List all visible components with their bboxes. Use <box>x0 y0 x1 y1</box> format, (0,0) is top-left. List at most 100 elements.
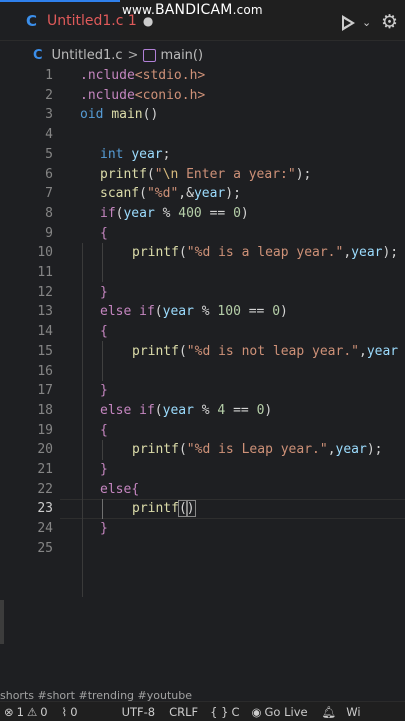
code-text: printf() <box>132 500 196 518</box>
line-number: 4 <box>45 127 53 143</box>
bell-icon[interactable]: 🔔︎ <box>322 705 337 719</box>
breadcrumb-file[interactable]: Untitled1.c <box>52 48 123 63</box>
code-line: 8 if(year % 400 == 0) <box>0 204 405 224</box>
code-text: else{ <box>100 481 140 497</box>
code-text: printf("%d is Leap year.",year); <box>132 442 383 458</box>
c-language-icon: C <box>26 12 38 30</box>
line-number: 16 <box>37 363 53 379</box>
c-file-icon: C <box>33 47 43 63</box>
line-number: 22 <box>37 481 53 497</box>
scroll-strip <box>0 600 4 644</box>
gear-icon[interactable]: ⚙ <box>381 11 398 33</box>
breadcrumb-symbol[interactable]: main() <box>160 48 203 63</box>
line-number: 8 <box>45 205 53 221</box>
ports-indicator[interactable]: ⌇ 0 <box>62 705 78 719</box>
code-text: else if(year % 4 == 0) <box>100 402 273 418</box>
line-number: 24 <box>37 521 53 537</box>
code-line: 19 { <box>0 421 405 441</box>
code-text: .nclude<stdio.h> <box>80 68 206 83</box>
cube-icon <box>143 48 157 62</box>
go-live-button[interactable]: ◉ Go Live <box>251 705 307 719</box>
line-number: 20 <box>37 442 53 458</box>
run-icon-inner <box>344 19 351 27</box>
line-number: 2 <box>45 87 53 103</box>
line-number: 18 <box>37 402 53 418</box>
braces-icon: { } <box>210 704 229 719</box>
code-line: 16 <box>0 362 405 382</box>
breadcrumb: C Untitled1.c > main() <box>0 44 405 66</box>
code-line: 21 } <box>0 460 405 480</box>
line-number: 1 <box>45 68 53 83</box>
broadcast-icon: ⌇ <box>61 704 68 719</box>
code-line: 9 { <box>0 224 405 244</box>
line-number: 13 <box>37 304 53 320</box>
status-bar: ⊗ 1 ⚠ 0 ⌇ 0 UTF-8 CRLF { } C ◉ Go Live 🔔︎ W… <box>0 701 405 721</box>
line-number: 5 <box>45 146 53 162</box>
code-line: 5 int year; <box>0 145 405 165</box>
eol-selector[interactable]: CRLF <box>169 705 198 719</box>
code-line: 22 else{ <box>0 480 405 500</box>
code-text: int year; <box>100 146 171 162</box>
platform-label: Wi <box>346 704 361 719</box>
code-text: if(year % 400 == 0) <box>100 205 249 221</box>
line-number: 10 <box>37 245 53 261</box>
code-line: 18 else if(year % 4 == 0) <box>0 401 405 421</box>
code-text: printf("%d is a leap year.",year); <box>132 245 399 261</box>
code-line: 20 printf("%d is Leap year.",year); <box>0 440 405 460</box>
code-text: { <box>100 324 108 340</box>
broadcast-icon: ◉ <box>251 704 262 719</box>
line-number: 14 <box>37 324 53 340</box>
line-number: 3 <box>45 107 53 123</box>
code-line-active: 23 printf() <box>0 499 405 519</box>
line-number: 7 <box>45 186 53 202</box>
code-text: } <box>100 284 108 300</box>
code-text: } <box>100 462 108 477</box>
line-number: 6 <box>45 166 53 182</box>
warning-icon: ⚠ <box>26 704 38 719</box>
code-line: 24 } <box>0 519 405 539</box>
code-text: } <box>100 521 108 537</box>
code-line: 7 scanf("%d",&year); <box>0 184 405 204</box>
line-number: 11 <box>37 265 53 280</box>
code-line: 11 <box>0 263 405 283</box>
language-selector[interactable]: { } C <box>210 705 239 719</box>
code-text: scanf("%d",&year); <box>100 186 241 202</box>
code-line: 12 } <box>0 283 405 303</box>
code-line: 17 } <box>0 381 405 401</box>
code-line: 13 else if(year % 100 == 0) <box>0 302 405 322</box>
bandicam-watermark: www.BANDICAM.com <box>122 2 263 18</box>
code-text: printf("%d is not leap year.",year <box>132 343 399 359</box>
code-text: oid main() <box>80 107 159 123</box>
line-number: 23 <box>37 501 53 517</box>
code-editor[interactable]: 1 .nclude<stdio.h> 2 .nclude<conio.h> 3 … <box>0 66 405 597</box>
code-text: printf("\n Enter a year:"); <box>100 166 312 182</box>
breadcrumb-separator: > <box>127 47 139 63</box>
line-number: 17 <box>37 383 53 399</box>
code-text: .nclude<conio.h> <box>80 87 206 103</box>
code-text: } <box>100 383 108 399</box>
code-line: 10 printf("%d is a leap year.",year); <box>0 243 405 263</box>
error-icon: ⊗ <box>4 704 14 719</box>
code-line: 2 .nclude<conio.h> <box>0 86 405 106</box>
tab-untitled1[interactable]: C Untitled1.c 1 ● <box>0 0 153 40</box>
line-number: 12 <box>37 284 53 300</box>
chevron-down-icon[interactable]: ⌄ <box>362 16 371 29</box>
code-text: { <box>100 225 108 241</box>
code-line: 25 <box>0 539 405 559</box>
line-number: 9 <box>45 225 53 241</box>
code-line: 14 { <box>0 322 405 342</box>
tab-bar: C Untitled1.c 1 ● www.BANDICAM.com ⌄ ⚙ <box>0 0 405 41</box>
line-number: 15 <box>37 343 53 359</box>
line-number: 19 <box>37 422 53 438</box>
code-line: 3 oid main() <box>0 105 405 125</box>
code-line: 1 .nclude<stdio.h> <box>0 66 405 86</box>
line-number: 21 <box>37 462 53 477</box>
problems-indicator[interactable]: ⊗ 1 ⚠ 0 <box>4 705 48 719</box>
code-line: 4 <box>0 125 405 145</box>
line-number: 25 <box>37 540 53 556</box>
encoding-selector[interactable]: UTF-8 <box>122 705 156 719</box>
code-line: 15 printf("%d is not leap year.",year <box>0 342 405 362</box>
code-text: else if(year % 100 == 0) <box>100 304 288 320</box>
code-text: { <box>100 422 108 438</box>
code-line: 6 printf("\n Enter a year:"); <box>0 165 405 185</box>
